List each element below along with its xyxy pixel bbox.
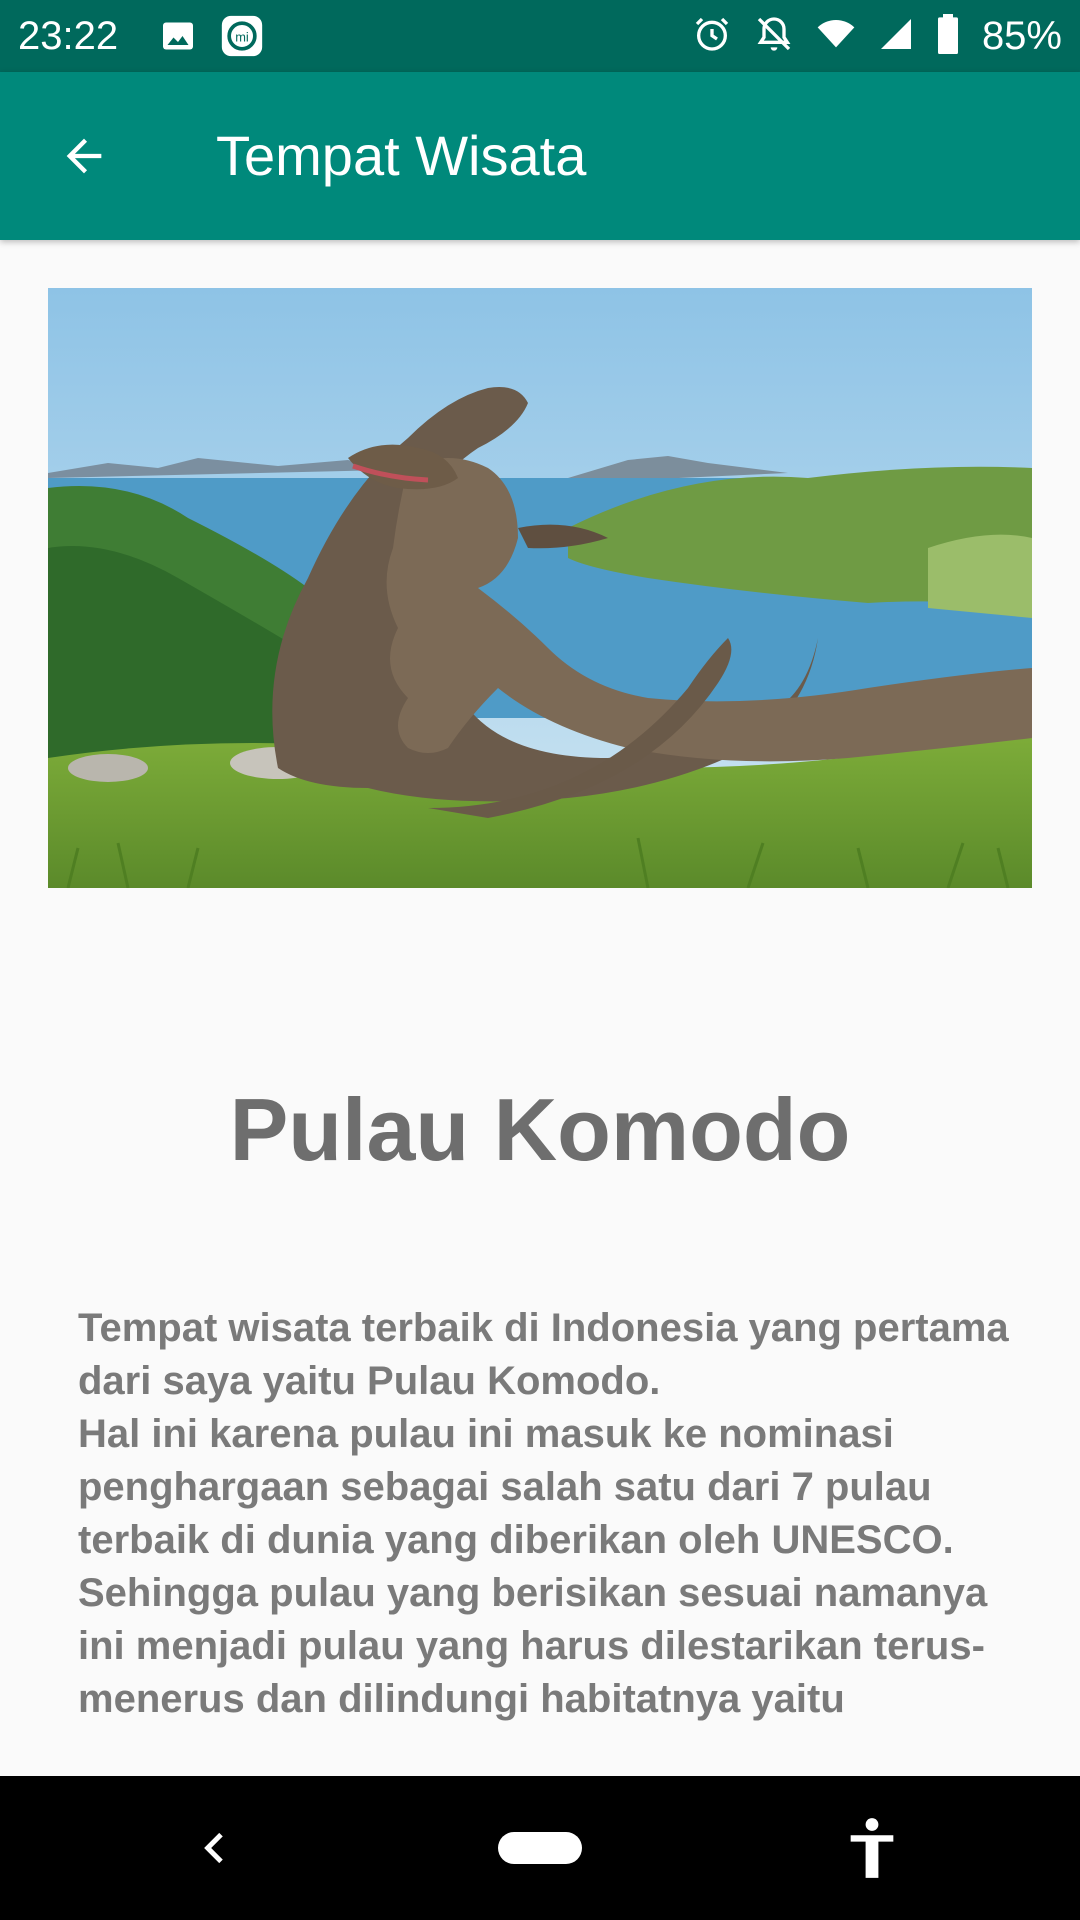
nav-back-button[interactable]: [180, 1812, 252, 1884]
image-icon: [160, 18, 196, 59]
place-title: Pulau Komodo: [229, 1080, 851, 1179]
nav-home-button[interactable]: [498, 1832, 582, 1864]
status-right-icons: 85%: [692, 12, 1062, 60]
mi-icon: mi: [220, 14, 264, 63]
arrow-back-icon: [66, 138, 102, 174]
status-bar: 23:22 mi 85%: [0, 0, 1080, 72]
komodo-photo: [48, 288, 1032, 888]
status-time: 23:22: [18, 14, 119, 58]
battery-percent: 85%: [981, 14, 1062, 58]
wifi-icon: [816, 14, 856, 59]
notifications-off-icon: [754, 14, 794, 59]
back-button[interactable]: [48, 120, 120, 192]
status-left-icons: mi: [160, 14, 264, 63]
nav-back-icon: [204, 1832, 223, 1864]
place-description: Tempat wisata terbaik di Indonesia yang …: [78, 1306, 1009, 1721]
svg-text:mi: mi: [235, 30, 249, 45]
accessibility-icon: [850, 1818, 894, 1878]
signal-icon: [878, 16, 914, 57]
accessibility-button[interactable]: [836, 1806, 908, 1890]
app-bar: Tempat Wisata: [0, 72, 1080, 240]
page-title: Tempat Wisata: [216, 124, 587, 187]
navigation-bar: [0, 1776, 1080, 1920]
alarm-icon: [692, 14, 732, 59]
battery-icon: [936, 13, 960, 59]
